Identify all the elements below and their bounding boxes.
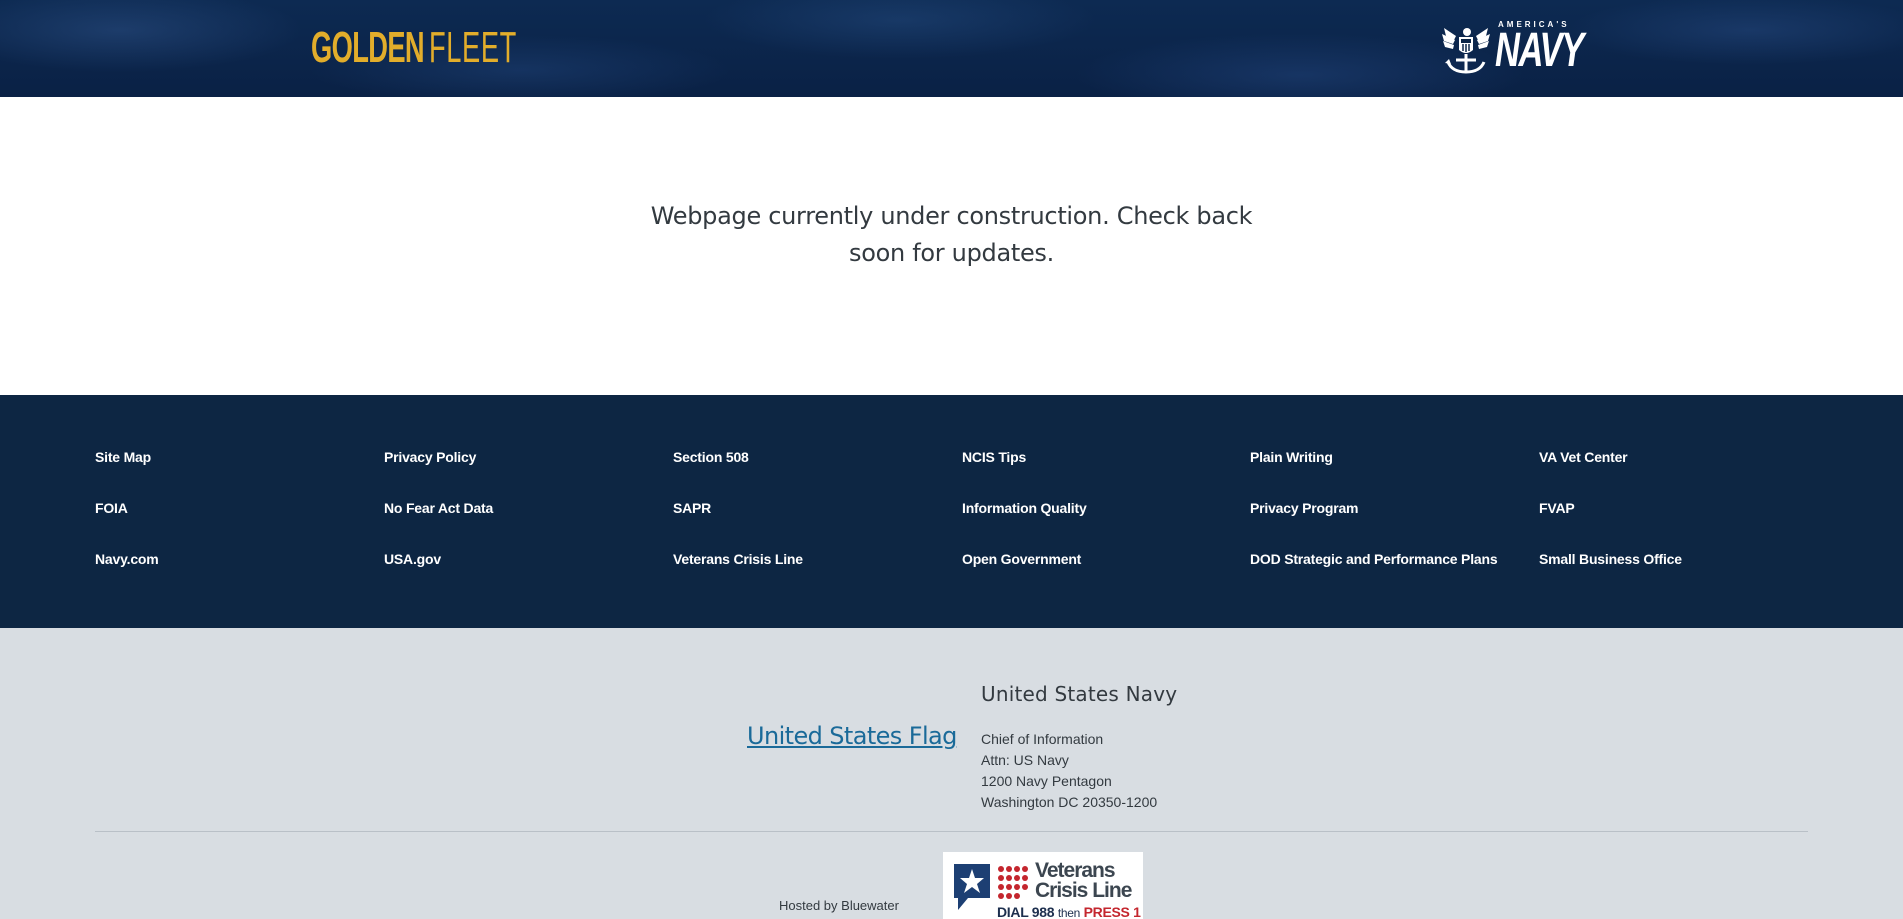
vcl-dial-instructions: DIAL 988 then PRESS 1 [997,904,1141,919]
vcl-dial: DIAL 988 [997,904,1055,919]
footer-link-information-quality[interactable]: Information Quality [962,500,1087,551]
footer-link-va-vet-center[interactable]: VA Vet Center [1539,449,1682,500]
brand-primary: GOLDEN [311,23,425,72]
address-line: 1200 Navy Pentagon [981,773,1112,789]
vcl-title-line: Crisis Line [1035,879,1132,902]
footer-link-navy-com[interactable]: Navy.com [95,551,159,602]
footer-link-site-map[interactable]: Site Map [95,449,159,500]
vcl-then: then [1057,906,1081,919]
address-line: Chief of Information [981,731,1104,747]
dot-grid-icon [998,866,1028,899]
footer-link-open-government[interactable]: Open Government [962,551,1087,602]
address-line: Attn: US Navy [981,752,1069,768]
hosted-by-text: Hosted by Bluewater [779,898,899,913]
footer-link-section-508[interactable]: Section 508 [673,449,803,500]
vcl-title: Veterans Crisis Line [1035,859,1132,902]
golden-fleet-logo[interactable]: GOLDEN FLEET [311,26,517,70]
footer-link-no-fear-act[interactable]: No Fear Act Data [384,500,493,551]
brand-secondary: FLEET [428,23,517,72]
navy-logo-wordmark: NAVY [1495,24,1584,77]
united-states-flag-link[interactable]: United States Flag [747,722,957,750]
footer-link-column: VA Vet Center FVAP Small Business Office [1539,449,1682,602]
footer-links: Site Map FOIA Navy.com Privacy Policy No… [0,395,1903,628]
footer-link-ncis-tips[interactable]: NCIS Tips [962,449,1087,500]
vcl-press: PRESS [1083,904,1130,919]
footer-link-column: Site Map FOIA Navy.com [95,449,159,602]
star-speech-bubble-icon [954,864,990,910]
site-header: GOLDEN FLEET AMERICA'S NAVY [0,0,1903,97]
footer-divider [95,831,1808,832]
footer-link-usa-gov[interactable]: USA.gov [384,551,493,602]
footer-link-veterans-crisis-line[interactable]: Veterans Crisis Line [673,551,803,602]
navy-eagle-anchor-icon [1442,28,1490,74]
footer-link-column: Section 508 SAPR Veterans Crisis Line [673,449,803,602]
footer-link-foia[interactable]: FOIA [95,500,159,551]
americas-navy-logo[interactable]: AMERICA'S NAVY [1440,20,1592,76]
footer-link-small-business-office[interactable]: Small Business Office [1539,551,1682,602]
footer-link-privacy-program[interactable]: Privacy Program [1250,500,1497,551]
address-line: Washington DC 20350-1200 [981,794,1158,810]
veterans-crisis-line-badge[interactable]: Veterans Crisis Line DIAL 988 then PRESS… [943,852,1143,919]
footer-link-privacy-policy[interactable]: Privacy Policy [384,449,493,500]
vcl-press-number: 1 [1133,904,1141,919]
footer-link-plain-writing[interactable]: Plain Writing [1250,449,1497,500]
mailing-address: Chief of Information Attn: US Navy 1200 … [981,729,1157,813]
footer-link-sapr[interactable]: SAPR [673,500,803,551]
footer-link-dod-plans[interactable]: DOD Strategic and Performance Plans [1250,551,1498,602]
footer-link-column: Plain Writing Privacy Program DOD Strate… [1250,449,1498,602]
footer-lower: United States Flag United States Navy Ch… [0,628,1903,919]
footer-link-column: Privacy Policy No Fear Act Data USA.gov [384,449,493,602]
vcl-title-line: Veterans [1035,859,1116,882]
footer-link-column: NCIS Tips Information Quality Open Gover… [962,449,1087,602]
organization-name: United States Navy [981,682,1178,706]
footer-link-fvap[interactable]: FVAP [1539,500,1682,551]
construction-message: Webpage currently under construction. Ch… [650,202,1253,267]
